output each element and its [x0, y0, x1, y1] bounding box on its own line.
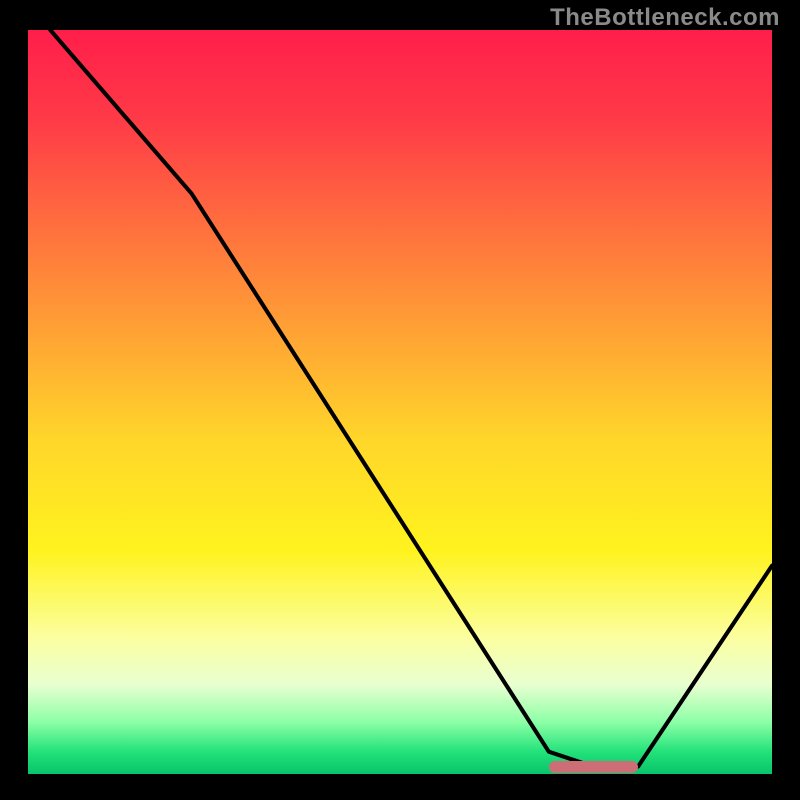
watermark-text: TheBottleneck.com: [550, 4, 780, 32]
plot-area: [28, 30, 772, 774]
chart-frame: TheBottleneck.com: [0, 0, 800, 800]
bottleneck-curve: [28, 30, 772, 774]
optimal-range-marker: [549, 761, 638, 773]
